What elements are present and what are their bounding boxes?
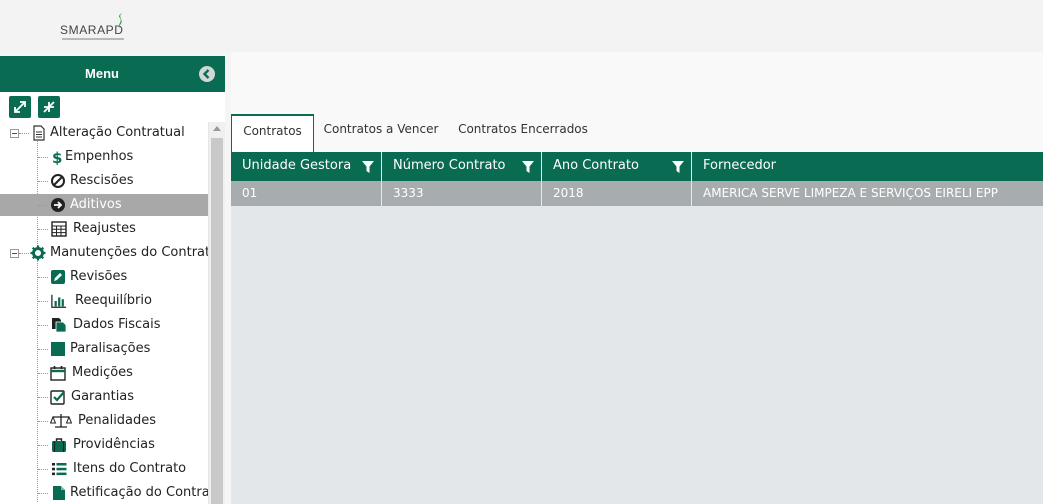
tree-item-revisoes[interactable]: Revisões [0,266,208,288]
column-header-unidade-gestora[interactable]: Unidade Gestora [231,152,382,181]
stop-icon [51,342,65,356]
collapse-all-button[interactable] [38,96,60,118]
cell-ano-contrato: 2018 [542,181,692,206]
tree-item-label: Reequilíbrio [75,293,152,308]
tree-item-label: Rescisões [70,173,134,188]
menu-bar: Menu [0,56,225,92]
tree-toggle[interactable] [10,129,19,138]
balance-scale-icon [50,414,72,428]
filter-icon[interactable] [521,160,535,174]
scrollbar-thumb[interactable] [211,138,223,504]
tree-scrollbar[interactable] [208,122,225,504]
files-icon [52,318,67,333]
calendar-icon [50,366,66,381]
expand-all-button[interactable] [9,96,31,118]
tree-item-label: Alteração Contratual [50,125,185,140]
menu-title: Menu [85,66,119,81]
expand-icon [14,101,26,113]
tree-item-penalidades[interactable]: Penalidades [0,410,208,432]
tree-item-reequilibrio[interactable]: Reequilíbrio [0,290,208,312]
logo-text: SMARAPD [60,23,124,37]
tree-item-dados-fiscais[interactable]: Dados Fiscais [0,314,208,336]
file-icon [53,486,65,500]
column-header-label: Ano Contrato [553,158,639,173]
tree-item-reajustes[interactable]: Reajustes [0,218,208,240]
tree-item-label: Dados Fiscais [73,317,161,332]
tab-bar: Contratos Contratos a Vencer Contratos E… [231,114,1043,152]
cell-numero-contrato: 3333 [382,181,542,206]
column-header-label: Número Contrato [393,158,506,173]
column-header-fornecedor[interactable]: Fornecedor [692,152,1043,181]
tree-item-label: Providências [73,437,155,452]
compress-icon [43,101,55,113]
table-row[interactable]: 01 3333 2018 AMERICA SERVE LIMPEZA E SER… [231,181,1043,206]
collapse-menu-button[interactable] [199,66,215,82]
tree-item-label: Empenhos [65,149,134,164]
tab-contratos-a-vencer[interactable]: Contratos a Vencer [318,114,444,152]
contracts-grid: Unidade Gestora Número Contrato Ano Cont… [231,152,1043,504]
tree-item-label: Medições [72,365,133,380]
tab-contratos-encerrados[interactable]: Contratos Encerrados [453,114,593,152]
tree-item-label: Aditivos [70,197,122,212]
tree-item-itens-do-contrato[interactable]: Itens do Contrato [0,458,208,480]
chevron-left-icon [202,69,210,79]
list-icon [52,463,67,476]
filter-icon[interactable] [671,160,685,174]
calculator-icon [51,221,67,237]
tree-item-label: Revisões [70,269,128,284]
tree-item-aditivos[interactable]: Aditivos [0,194,208,216]
tree-item-label: Itens do Contrato [73,461,187,476]
tree-item-label: Reajustes [73,221,136,236]
bar-chart-icon [51,294,67,308]
tree-toggle[interactable] [10,249,19,258]
dollar-icon: $ [52,149,62,165]
tree-item-providencias[interactable]: Providências [0,434,208,456]
tree-item-label: Garantias [71,389,135,404]
column-header-label: Unidade Gestora [242,158,352,173]
scroll-up-arrow-icon[interactable] [213,126,221,131]
column-header-label: Fornecedor [703,158,777,173]
tree-item-label: Penalidades [78,413,157,428]
grid-header: Unidade Gestora Número Contrato Ano Cont… [231,152,1043,181]
arrow-right-circle-icon [51,198,65,212]
tree-item-retificacao-do-contrato[interactable]: Retificação do Contrato [0,482,208,504]
main-content: Contratos Contratos a Vencer Contratos E… [231,52,1043,504]
edit-icon [51,270,65,284]
tree-item-label: Paralisações [70,341,151,356]
cell-unidade-gestora: 01 [231,181,382,206]
svg-text:$: $ [52,149,62,165]
tree-group-manutencoes-do-contrato[interactable]: Manutenções do Contrato [0,242,208,264]
leaf-icon [118,13,122,29]
tab-contratos[interactable]: Contratos [231,114,314,152]
tree-item-empenhos[interactable]: $ Empenhos [0,146,208,168]
tree-item-garantias[interactable]: Garantias [0,386,208,408]
ban-icon [51,174,65,188]
column-header-numero-contrato[interactable]: Número Contrato [382,152,542,181]
tree-item-label: Manutenções do Contrato [50,245,208,260]
tree-item-rescisoes[interactable]: Rescisões [0,170,208,192]
menu-tree: Alteração Contratual $ Empenhos Rescisõe… [0,122,208,504]
tree-item-medicoes[interactable]: Medições [0,362,208,384]
tree-item-label: Retificação do Contrato [70,485,208,500]
tree-item-paralisacoes[interactable]: Paralisações [0,338,208,360]
tree-group-alteracao-contratual[interactable]: Alteração Contratual [0,122,208,144]
smarapd-logo: SMARAPD [60,13,130,43]
app-header: SMARAPD [0,0,1043,52]
column-header-ano-contrato[interactable]: Ano Contrato [542,152,692,181]
filter-icon[interactable] [361,160,375,174]
sidebar: Menu Alteração Contratual $ Empenhos Res… [0,56,225,504]
gear-icon [30,245,46,261]
cell-fornecedor: AMERICA SERVE LIMPEZA E SERVIÇOS EIRELI … [703,186,998,200]
check-square-icon [50,390,65,405]
document-icon [33,125,45,141]
briefcase-icon [52,438,66,452]
